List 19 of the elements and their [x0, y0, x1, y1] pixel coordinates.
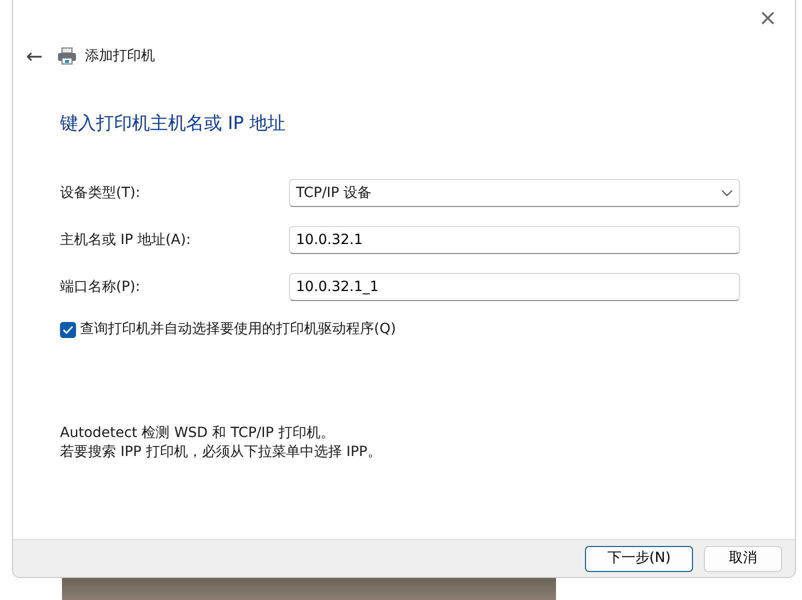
dialog-title: 添加打印机	[84, 46, 155, 66]
device-type-dropdown[interactable]: TCP/IP 设备	[289, 179, 740, 207]
cancel-button[interactable]: 取消	[704, 546, 782, 572]
back-button[interactable]: ←	[20, 46, 49, 66]
checkbox-label: 查询打印机并自动选择要使用的打印机驱动程序(Q)	[80, 320, 396, 339]
field-label: 主机名或 IP 地址(A):	[60, 230, 192, 250]
field-label: 设备类型(T):	[60, 184, 142, 202]
checkmark-icon	[62, 324, 74, 334]
input-field[interactable]: 10.0.32.1_1	[289, 273, 740, 301]
checkbox[interactable]	[60, 322, 76, 338]
next-button[interactable]: 下一步(N)	[585, 546, 693, 572]
close-button[interactable]: ×	[754, 6, 781, 32]
chevron-down-icon	[721, 189, 733, 197]
printer-icon	[56, 46, 77, 66]
field-label: 端口名称(P):	[60, 278, 142, 296]
input-field[interactable]: 10.0.32.1	[289, 226, 740, 254]
info-text: Autodetect 检测 WSD 和 TCP/IP 打印机。	[60, 424, 336, 443]
info-text: 若要搜索 IPP 打印机，必须从下拉菜单中选择 IPP。	[60, 443, 382, 462]
page-heading: 键入打印机主机名或 IP 地址	[60, 112, 287, 136]
